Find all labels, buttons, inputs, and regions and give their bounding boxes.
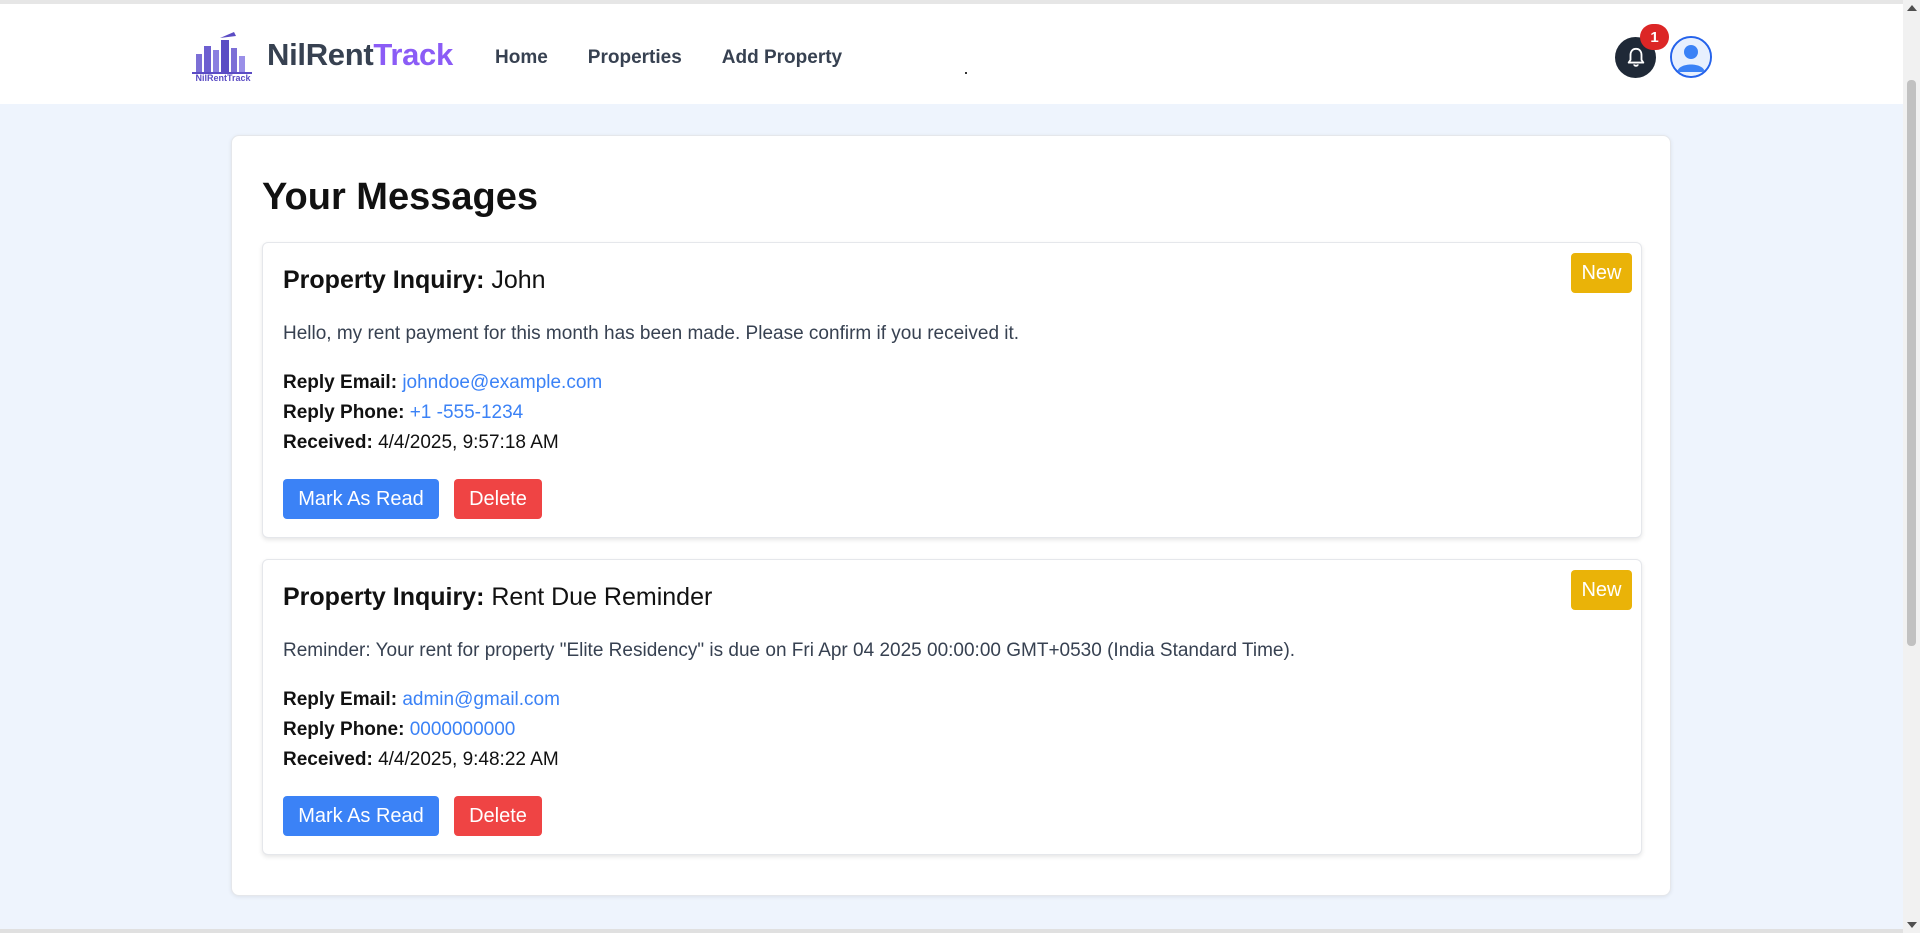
window-bottom-border	[0, 929, 1903, 933]
nav-properties-link[interactable]: Properties	[588, 47, 682, 69]
vertical-scrollbar[interactable]	[1903, 0, 1920, 933]
message-card: Property Inquiry: John New Hello, my ren…	[262, 242, 1642, 538]
message-card: Property Inquiry: Rent Due Reminder New …	[262, 559, 1642, 855]
reply-phone-link[interactable]: +1 -555-1234	[410, 402, 524, 423]
reply-phone-link[interactable]: 0000000000	[410, 719, 516, 740]
reply-phone-row: Reply Phone: +1 -555-1234	[283, 402, 523, 424]
message-body: Reminder: Your rent for property "Elite …	[283, 640, 1296, 661]
message-subject: Property Inquiry: John	[283, 266, 546, 295]
nav-home-link[interactable]: Home	[495, 47, 548, 69]
scroll-up-arrow-icon[interactable]	[1907, 5, 1917, 11]
mark-as-read-button[interactable]: Mark As Read	[283, 796, 439, 836]
mark-as-read-button[interactable]: Mark As Read	[283, 479, 439, 519]
received-timestamp: 4/4/2025, 9:57:18 AM	[378, 432, 559, 453]
message-subject: Property Inquiry: Rent Due Reminder	[283, 583, 712, 612]
brand-name-part1: NilRent	[267, 37, 374, 72]
main-nav: Home Properties Add Property	[495, 47, 882, 69]
received-label: Received:	[283, 749, 373, 770]
message-body: Hello, my rent payment for this month ha…	[283, 323, 1020, 344]
reply-phone-label: Reply Phone:	[283, 402, 405, 423]
building-logo-icon[interactable]: NilRentTrack	[190, 30, 256, 82]
received-row: Received: 4/4/2025, 9:48:22 AM	[283, 749, 559, 771]
notification-count-badge: 1	[1640, 24, 1669, 50]
message-sender: Rent Due Reminder	[491, 583, 713, 611]
logo-text: NilRentTrack	[195, 73, 251, 82]
page-title: Your Messages	[262, 176, 538, 218]
reply-email-row: Reply Email: johndoe@example.com	[283, 372, 602, 394]
delete-button[interactable]: Delete	[454, 796, 542, 836]
brand-name[interactable]: NilRentTrack	[267, 37, 453, 73]
reply-email-link[interactable]: johndoe@example.com	[402, 372, 602, 393]
reply-phone-row: Reply Phone: 0000000000	[283, 719, 515, 741]
user-avatar-button[interactable]	[1670, 36, 1712, 78]
message-sender: John	[491, 266, 546, 294]
bell-icon	[1627, 47, 1644, 67]
reply-email-link[interactable]: admin@gmail.com	[402, 689, 560, 710]
user-avatar-icon	[1672, 38, 1710, 76]
reply-email-label: Reply Email:	[283, 372, 398, 393]
subject-prefix: Property Inquiry:	[283, 266, 485, 294]
stray-dot	[965, 72, 967, 74]
navbar: NilRentTrack NilRentTrack Home Propertie…	[0, 4, 1903, 104]
received-row: Received: 4/4/2025, 9:57:18 AM	[283, 432, 559, 454]
received-label: Received:	[283, 432, 373, 453]
reply-phone-label: Reply Phone:	[283, 719, 405, 740]
received-timestamp: 4/4/2025, 9:48:22 AM	[378, 749, 559, 770]
messages-panel: Your Messages Property Inquiry: John New…	[231, 135, 1671, 896]
delete-button[interactable]: Delete	[454, 479, 542, 519]
nav-add-property-link[interactable]: Add Property	[722, 47, 842, 69]
reply-email-label: Reply Email:	[283, 689, 398, 710]
reply-email-row: Reply Email: admin@gmail.com	[283, 689, 560, 711]
scroll-down-arrow-icon[interactable]	[1907, 922, 1917, 928]
new-status-badge: New	[1571, 570, 1632, 610]
subject-prefix: Property Inquiry:	[283, 583, 485, 611]
scrollbar-thumb[interactable]	[1907, 80, 1916, 646]
brand-name-part2: Track	[373, 37, 453, 72]
new-status-badge: New	[1571, 253, 1632, 293]
